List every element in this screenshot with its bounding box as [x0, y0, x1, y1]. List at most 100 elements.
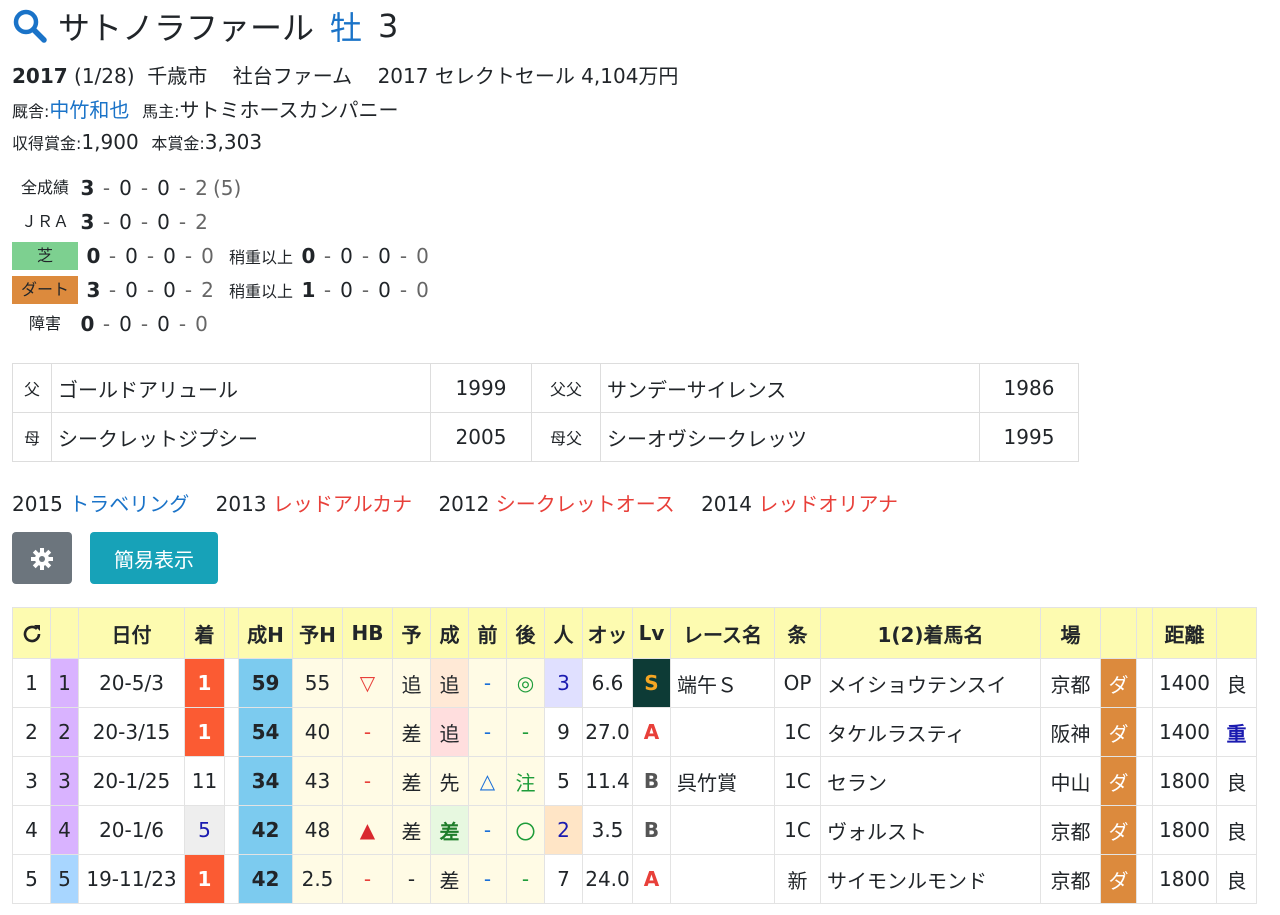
birthplace: 千歳市: [147, 64, 208, 88]
race-name[interactable]: [670, 805, 775, 855]
dam-name[interactable]: シークレットジプシー: [51, 412, 431, 462]
header-venue[interactable]: 場: [1040, 607, 1101, 659]
sibling-item: 2014 レッドオリアナ: [701, 492, 898, 516]
popularity: 2: [544, 805, 583, 855]
record-obstacle: 障害 0- 0- 0- 0: [12, 309, 211, 339]
odds: 6.6: [582, 658, 633, 708]
header-rival[interactable]: 1(2)着馬名: [820, 607, 1041, 659]
dam-sire-name[interactable]: シーオヴシークレッツ: [600, 412, 980, 462]
race-class: 1C: [774, 805, 821, 855]
distance: 1800: [1152, 756, 1217, 806]
rival-horse[interactable]: メイショウテンスイ: [820, 658, 1041, 708]
record-label: 全成績: [20, 178, 69, 197]
spacer: [224, 707, 239, 757]
header-yoh[interactable]: 予H: [292, 607, 343, 659]
settings-button[interactable]: [12, 532, 72, 584]
table-header-row: 日付 着 成H 予H HB 予 成 前 後 人 オッ Lv レース名 条 1(2…: [12, 607, 1257, 659]
header-no[interactable]: [50, 607, 79, 659]
header-ninki[interactable]: 人: [544, 607, 583, 659]
race-date[interactable]: 20-5/3: [78, 658, 185, 708]
record-third: 0: [157, 210, 170, 234]
record-other: 0: [201, 244, 214, 268]
horse-age: 3: [378, 7, 399, 45]
race-name[interactable]: 呉竹賞: [670, 756, 775, 806]
race-name[interactable]: 端午Ｓ: [670, 658, 775, 708]
popularity: 9: [544, 707, 583, 757]
heavy-win: 1: [301, 278, 316, 302]
front-mark: -: [468, 658, 507, 708]
refresh-header[interactable]: [12, 607, 51, 659]
refresh-icon[interactable]: [20, 622, 44, 646]
heavy-other: 0: [416, 244, 429, 268]
header-date[interactable]: 日付: [78, 607, 185, 659]
trainer-link[interactable]: 中竹和也: [49, 98, 129, 122]
header-race-name[interactable]: レース名: [670, 607, 775, 659]
race-name[interactable]: [670, 854, 775, 904]
record-win: 3: [80, 210, 95, 234]
record-sep: -: [184, 278, 193, 302]
surface: ダ: [1100, 805, 1137, 855]
sibling-link[interactable]: レッドオリアナ: [758, 492, 898, 516]
race-date[interactable]: 20-1/25: [78, 756, 185, 806]
sibling-link[interactable]: レッドアルカナ: [273, 492, 412, 516]
sale-info: 2017 セレクトセール 4,104万円: [377, 64, 679, 88]
header-odds[interactable]: オッ: [582, 607, 633, 659]
race-date[interactable]: 20-1/6: [78, 805, 185, 855]
hb-mark: -: [342, 707, 393, 757]
owner-name: サトミホースカンパニー: [179, 98, 399, 122]
heavy-third: 0: [378, 244, 391, 268]
pred-style: 差: [392, 707, 431, 757]
header-blank2: [1136, 607, 1153, 659]
race-name[interactable]: [670, 707, 775, 757]
race-date[interactable]: 19-11/23: [78, 854, 185, 904]
search-icon[interactable]: [12, 8, 48, 44]
spacer: [1136, 658, 1153, 708]
sibling-link[interactable]: シークレットオース: [496, 492, 675, 516]
header-ato[interactable]: 後: [506, 607, 545, 659]
record-second: 0: [125, 244, 138, 268]
header-seih[interactable]: 成H: [238, 607, 293, 659]
header-cond[interactable]: 条: [774, 607, 821, 659]
finish-position: 1: [184, 658, 225, 708]
sibling-link[interactable]: トラベリング: [69, 492, 189, 516]
birth-line: 2017 (1/28) 千歳市 社台ファーム 2017 セレクトセール 4,10…: [12, 60, 678, 89]
rival-horse[interactable]: タケルラスティ: [820, 707, 1041, 757]
header-blank: [224, 607, 239, 659]
record-other: 2: [201, 278, 214, 302]
sire-sire-name[interactable]: サンデーサイレンス: [600, 363, 980, 413]
record-sep: -: [399, 244, 408, 268]
rival-horse[interactable]: ヴォルスト: [820, 805, 1041, 855]
front-mark: -: [468, 854, 507, 904]
pred-h: 2.5: [292, 854, 343, 904]
header-chaku[interactable]: 着: [184, 607, 225, 659]
stable-label: 厩舎:: [12, 102, 50, 121]
race-date[interactable]: 20-3/15: [78, 707, 185, 757]
heavy-label: 稍重以上: [229, 282, 294, 301]
table-row[interactable]: 2 2 20-3/15 1 54 40 - 差 追 - - 9 27.0 A 1…: [12, 707, 1257, 757]
simple-view-button[interactable]: 簡易表示: [90, 532, 218, 584]
dam-sire-label: 母父: [531, 412, 601, 462]
finish-position: 11: [184, 756, 225, 806]
earned-value: 1,900: [81, 130, 139, 154]
table-row[interactable]: 5 5 19-11/23 1 42 2.5 - - 差 - - 7 24.0 A…: [12, 854, 1257, 904]
turf-badge: 芝: [12, 242, 78, 270]
spacer: [1136, 805, 1153, 855]
going: 良: [1216, 658, 1257, 708]
table-row[interactable]: 1 1 20-5/3 1 59 55 ▽ 追 追 - ◎ 3 6.6 S 端午Ｓ…: [12, 658, 1257, 708]
header-yo[interactable]: 予: [392, 607, 431, 659]
table-row[interactable]: 4 4 20-1/6 5 42 48 ▲ 差 差 - 〇 2 3.5 B 1C …: [12, 805, 1257, 855]
header-sei[interactable]: 成: [430, 607, 469, 659]
header-hb[interactable]: HB: [342, 607, 393, 659]
rival-horse[interactable]: セラン: [820, 756, 1041, 806]
header-mae[interactable]: 前: [468, 607, 507, 659]
record-other: 0: [195, 312, 208, 336]
header-lv[interactable]: Lv: [632, 607, 671, 659]
sibling-item: 2015 トラベリング: [12, 492, 189, 516]
sire-name[interactable]: ゴールドアリュール: [51, 363, 431, 413]
header-distance[interactable]: 距離: [1152, 607, 1217, 659]
record-sep: -: [178, 176, 187, 200]
dam-label: 母: [12, 412, 52, 462]
birth-date: (1/28): [74, 64, 135, 88]
rival-horse[interactable]: サイモンルモンド: [820, 854, 1041, 904]
table-row[interactable]: 3 3 20-1/25 11 34 43 - 差 先 △ 注 5 11.4 B …: [12, 756, 1257, 806]
